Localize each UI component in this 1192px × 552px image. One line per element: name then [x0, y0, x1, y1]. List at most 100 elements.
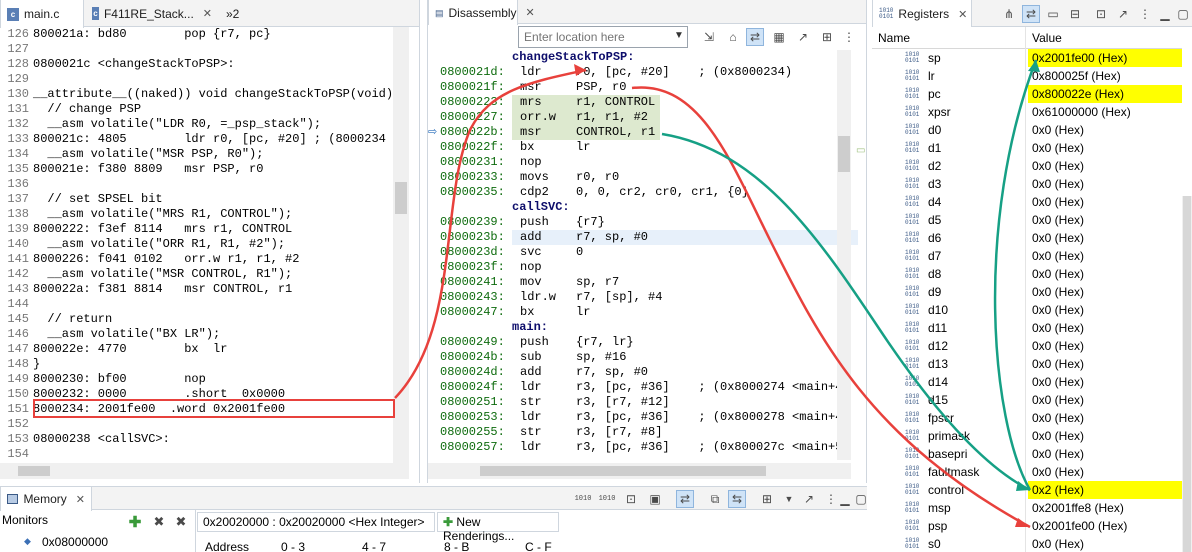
register-row-d15[interactable]: 1010 0101 d15 0x0 (Hex) [872, 391, 1182, 409]
code-line[interactable]: 149 8000230: bf00 nop [0, 372, 205, 387]
editor-vertical-scrollbar[interactable] [393, 27, 409, 463]
maximize-icon[interactable]: ▢ [1174, 5, 1192, 23]
instruction-row[interactable]: 08000231: nop [440, 155, 576, 170]
import-icon[interactable]: 1010 [574, 490, 592, 508]
close-icon[interactable]: ✕ [76, 493, 85, 506]
instruction-row[interactable]: 08000227: orr.w r1, r1, #2 [440, 110, 648, 125]
code-line[interactable]: 137 // set SPSEL bit [0, 192, 162, 207]
register-value[interactable]: 0x800022e (Hex) [1028, 85, 1182, 103]
register-value[interactable]: 0x0 (Hex) [1028, 463, 1182, 481]
go-to-address-icon[interactable]: ⇲ [700, 28, 718, 46]
filter-icon[interactable]: ⋔ [1000, 5, 1018, 23]
export-icon[interactable]: 1010 [598, 490, 616, 508]
register-row-s0[interactable]: 1010 0101 s0 0x0 (Hex) [872, 535, 1182, 552]
editor-horizontal-scrollbar[interactable] [0, 463, 409, 479]
function-label-row[interactable]: main: [440, 320, 548, 335]
register-row-d14[interactable]: 1010 0101 d14 0x0 (Hex) [872, 373, 1182, 391]
register-value[interactable]: 0x0 (Hex) [1028, 283, 1182, 301]
code-line[interactable]: 145 // return [0, 312, 112, 327]
copy-icon[interactable]: ⧉ [706, 490, 724, 508]
instruction-row[interactable]: 08000239: push {r7} [440, 215, 605, 230]
collapse-icon[interactable]: ⊟ [1066, 5, 1084, 23]
register-value[interactable]: 0x800025f (Hex) [1028, 67, 1182, 85]
close-icon[interactable]: ✕ [203, 7, 212, 20]
register-value[interactable]: 0x0 (Hex) [1028, 445, 1182, 463]
new-renderings-button[interactable]: ✚ New Renderings... [437, 512, 559, 543]
register-value[interactable]: 0x0 (Hex) [1028, 427, 1182, 445]
register-value[interactable]: 0x0 (Hex) [1028, 229, 1182, 247]
register-row-d0[interactable]: 1010 0101 d0 0x0 (Hex) [872, 121, 1182, 139]
scrollbar-thumb[interactable] [838, 136, 850, 172]
register-value[interactable]: 0x2001fe00 (Hex) [1028, 49, 1182, 67]
register-row-d13[interactable]: 1010 0101 d13 0x0 (Hex) [872, 355, 1182, 373]
instruction-row[interactable]: 08000253: ldr r3, [pc, #36] ; (0x8000278 <… [440, 410, 840, 425]
code-line[interactable]: 147 800022e: 4770 bx lr [0, 342, 227, 357]
pin-icon[interactable]: ⊞ [818, 28, 836, 46]
register-row-d7[interactable]: 1010 0101 d7 0x0 (Hex) [872, 247, 1182, 265]
scrollbar-thumb[interactable] [480, 466, 766, 476]
instruction-row[interactable]: 08000249: push {r7, lr} [440, 335, 634, 350]
code-line[interactable]: 154 [0, 447, 33, 462]
code-line[interactable]: 142 __asm volatile("MSR CONTROL, R1"); [0, 267, 292, 282]
register-value[interactable]: 0x0 (Hex) [1028, 211, 1182, 229]
code-area[interactable]: 126 800021a: bd80 pop {r7, pc} 127 128 08000… [0, 27, 392, 463]
register-row-lr[interactable]: 1010 0101 lr 0x800025f (Hex) [872, 67, 1182, 85]
register-value[interactable]: 0x0 (Hex) [1028, 391, 1182, 409]
disassembly-horizontal-scrollbar[interactable] [428, 463, 851, 479]
code-line[interactable]: 136 [0, 177, 33, 192]
home-icon[interactable]: ⌂ [724, 28, 742, 46]
register-row-psp[interactable]: 1010 0101 psp 0x2001fe00 (Hex) [872, 517, 1182, 535]
instruction-row[interactable]: 0800022f: bx lr [440, 140, 590, 155]
code-line[interactable]: 141 8000226: f041 0102 orr.w r1, r1, #2 [0, 252, 299, 267]
link-icon[interactable]: ⇄ [676, 490, 694, 508]
link-with-editor-icon[interactable]: ⇄ [746, 28, 764, 46]
code-line[interactable]: 133 800021c: 4805 ldr r0, [pc, #20] ; (80… [0, 132, 385, 147]
code-line[interactable]: 144 [0, 297, 33, 312]
code-line[interactable]: 129 [0, 72, 33, 87]
monitor-entry[interactable]: 0x08000000 [42, 535, 108, 549]
register-row-primask[interactable]: 1010 0101 primask 0x0 (Hex) [872, 427, 1182, 445]
tab-main-c[interactable]: c main.c [0, 0, 84, 28]
code-line[interactable]: 139 8000222: f3ef 8114 mrs r1, CONTROL [0, 222, 292, 237]
new-view-icon[interactable]: ⊡ [1092, 5, 1110, 23]
close-icon[interactable]: ✕ [526, 6, 535, 19]
layout-icon[interactable]: ⊞ [758, 490, 776, 508]
remove-monitor-icon[interactable]: ✖ [150, 513, 168, 531]
register-value[interactable]: 0x0 (Hex) [1028, 157, 1182, 175]
register-row-d12[interactable]: 1010 0101 d12 0x0 (Hex) [872, 337, 1182, 355]
instruction-row[interactable]: 0800023d: svc 0 [440, 245, 583, 260]
location-input[interactable] [518, 26, 688, 48]
register-row-d4[interactable]: 1010 0101 d4 0x0 (Hex) [872, 193, 1182, 211]
register-value[interactable]: 0x0 (Hex) [1028, 355, 1182, 373]
code-line[interactable]: 140 __asm volatile("ORR R1, R1, #2"); [0, 237, 285, 252]
code-line[interactable]: 143 800022a: f381 8814 msr CONTROL, r1 [0, 282, 292, 297]
instruction-row[interactable]: 08000251: str r3, [r7, #12] [440, 395, 670, 410]
register-value[interactable]: 0x0 (Hex) [1028, 409, 1182, 427]
code-line[interactable]: 153 08000238 <callSVC>: [0, 432, 169, 447]
instruction-row[interactable]: 08000223: mrs r1, CONTROL [440, 95, 655, 110]
register-row-control[interactable]: 1010 0101 control 0x2 (Hex) [872, 481, 1182, 499]
register-value[interactable]: 0x2 (Hex) [1028, 481, 1182, 499]
disassembly-listing[interactable]: changeStackToPSP: 0800021d: ldr r0, [pc, #2… [440, 50, 840, 460]
column-value-header[interactable]: Value [1032, 31, 1062, 45]
register-row-d2[interactable]: 1010 0101 d2 0x0 (Hex) [872, 157, 1182, 175]
instruction-row[interactable]: 08000243: ldr.w r7, [sp], #4 [440, 290, 662, 305]
register-row-basepri[interactable]: 1010 0101 basepri 0x0 (Hex) [872, 445, 1182, 463]
add-monitor-icon[interactable]: ✚ [126, 513, 144, 531]
minimize-icon[interactable]: ▁ [1156, 5, 1174, 23]
code-line[interactable]: 138 __asm volatile("MRS R1, CONTROL"); [0, 207, 292, 222]
code-line[interactable]: 135 800021e: f380 8809 msr PSP, r0 [0, 162, 263, 177]
register-value[interactable]: 0x0 (Hex) [1028, 535, 1182, 552]
code-line[interactable]: 126 800021a: bd80 pop {r7, pc} [0, 27, 270, 42]
save-icon[interactable]: ▣ [646, 490, 664, 508]
chevron-down-icon[interactable]: ▼ [674, 30, 684, 41]
code-line[interactable]: 132 __asm volatile("LDR R0, =_psp_stack"… [0, 117, 321, 132]
register-row-d9[interactable]: 1010 0101 d9 0x0 (Hex) [872, 283, 1182, 301]
function-label-row[interactable]: changeStackToPSP: [440, 50, 634, 65]
show-source-icon[interactable]: ▦ [770, 28, 788, 46]
register-row-d1[interactable]: 1010 0101 d1 0x0 (Hex) [872, 139, 1182, 157]
tab-memory-rendering[interactable]: 0x20020000 : 0x20020000 <Hex Integer> [197, 512, 435, 532]
register-value[interactable]: 0x0 (Hex) [1028, 247, 1182, 265]
chevron-down-icon[interactable]: ▼ [780, 490, 798, 508]
link-icon[interactable]: ⇄ [1022, 5, 1040, 23]
